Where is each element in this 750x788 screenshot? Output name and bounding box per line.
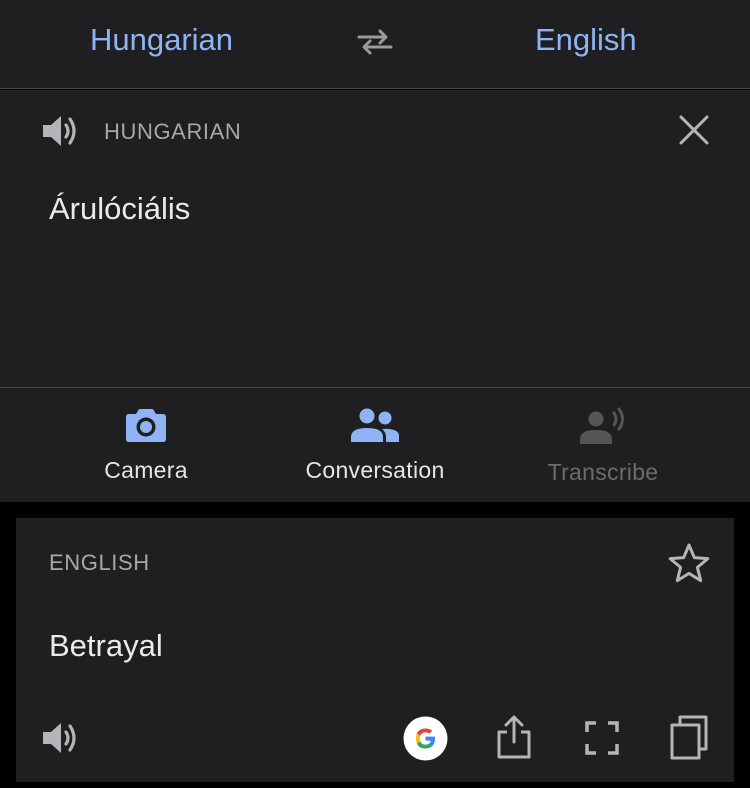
speaker-icon (43, 723, 76, 753)
fullscreen-button[interactable] (585, 721, 619, 755)
transcribe-label: Transcribe (547, 459, 659, 485)
conversation-button[interactable]: Conversation (295, 388, 455, 502)
input-speaker-button[interactable] (40, 112, 80, 150)
input-tools-row: Camera Conversation Transcribe (0, 388, 750, 502)
google-logo-icon (403, 716, 448, 761)
copy-icon (670, 715, 708, 760)
target-language-button[interactable]: English (535, 22, 637, 58)
clear-input-button[interactable] (678, 114, 710, 146)
share-icon (497, 715, 531, 759)
result-language-caption: ENGLISH (49, 550, 150, 575)
speaker-icon (43, 116, 76, 146)
swap-languages-button[interactable] (355, 26, 395, 58)
source-text[interactable]: Árulóciális (49, 191, 190, 227)
translated-text[interactable]: Betrayal (49, 628, 163, 664)
camera-label: Camera (104, 457, 188, 483)
translate-app: Hungarian English HUNGARIAN Árulóciális (0, 0, 750, 788)
transcribe-icon (580, 407, 624, 444)
language-bar: Hungarian English (0, 0, 750, 89)
swap-arrows-icon (357, 29, 393, 55)
save-translation-button[interactable] (668, 542, 710, 584)
fullscreen-icon (585, 721, 619, 755)
people-icon (351, 408, 399, 442)
result-speaker-button[interactable] (40, 719, 80, 757)
transcribe-button[interactable]: Transcribe (538, 388, 668, 502)
input-language-caption: HUNGARIAN (104, 119, 242, 144)
camera-button[interactable]: Camera (96, 388, 196, 502)
copy-button[interactable] (670, 715, 708, 761)
source-language-button[interactable]: Hungarian (90, 22, 233, 58)
star-outline-icon (668, 543, 710, 583)
share-button[interactable] (496, 714, 532, 760)
conversation-label: Conversation (305, 457, 445, 483)
translation-result-card: ENGLISH Betrayal (16, 518, 734, 782)
close-icon (679, 115, 709, 145)
input-panel: HUNGARIAN Árulóciális (0, 90, 750, 388)
google-search-button[interactable] (403, 716, 448, 761)
camera-icon (126, 409, 166, 442)
